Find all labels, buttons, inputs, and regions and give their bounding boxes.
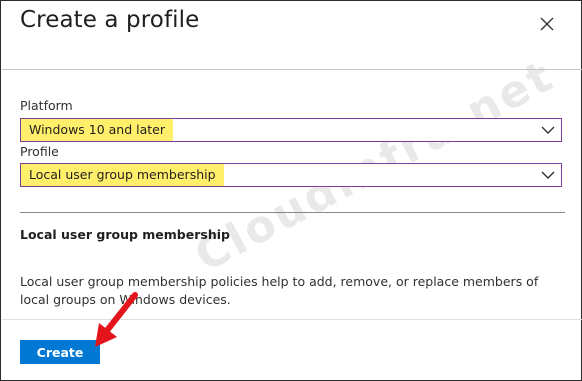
red-arrow-annotation [95,292,138,347]
header-divider [2,69,582,70]
close-button[interactable] [538,15,556,33]
dialog-title: Create a profile [20,7,200,33]
profile-info-heading: Local user group membership [20,227,230,242]
profile-label: Profile [20,144,59,159]
chevron-down-icon [541,126,555,134]
profile-dropdown[interactable]: Local user group membership [20,163,562,187]
profile-selected-value: Local user group membership [21,164,224,186]
close-icon [540,17,554,31]
create-profile-dialog: Cloudinfra.net Create a profile Platform… [0,0,582,381]
chevron-down-icon [541,171,555,179]
section-divider [20,212,565,213]
footer-divider [2,319,582,320]
platform-selected-value: Windows 10 and later [21,119,174,141]
platform-dropdown[interactable]: Windows 10 and later [20,118,562,142]
platform-label: Platform [20,98,73,113]
create-button[interactable]: Create [20,340,100,364]
